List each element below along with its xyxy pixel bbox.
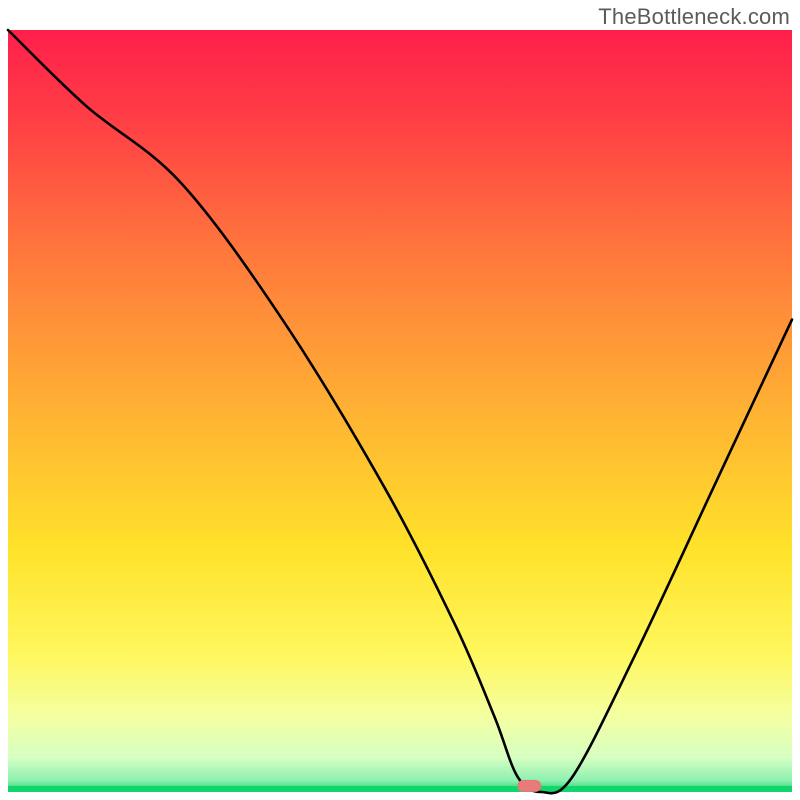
optimal-point-marker [517,780,541,792]
watermark-text: TheBottleneck.com [598,4,790,30]
chart-svg [0,0,800,800]
baseline-strip [8,786,792,792]
bottleneck-chart: TheBottleneck.com [0,0,800,800]
gradient-background [8,30,792,792]
